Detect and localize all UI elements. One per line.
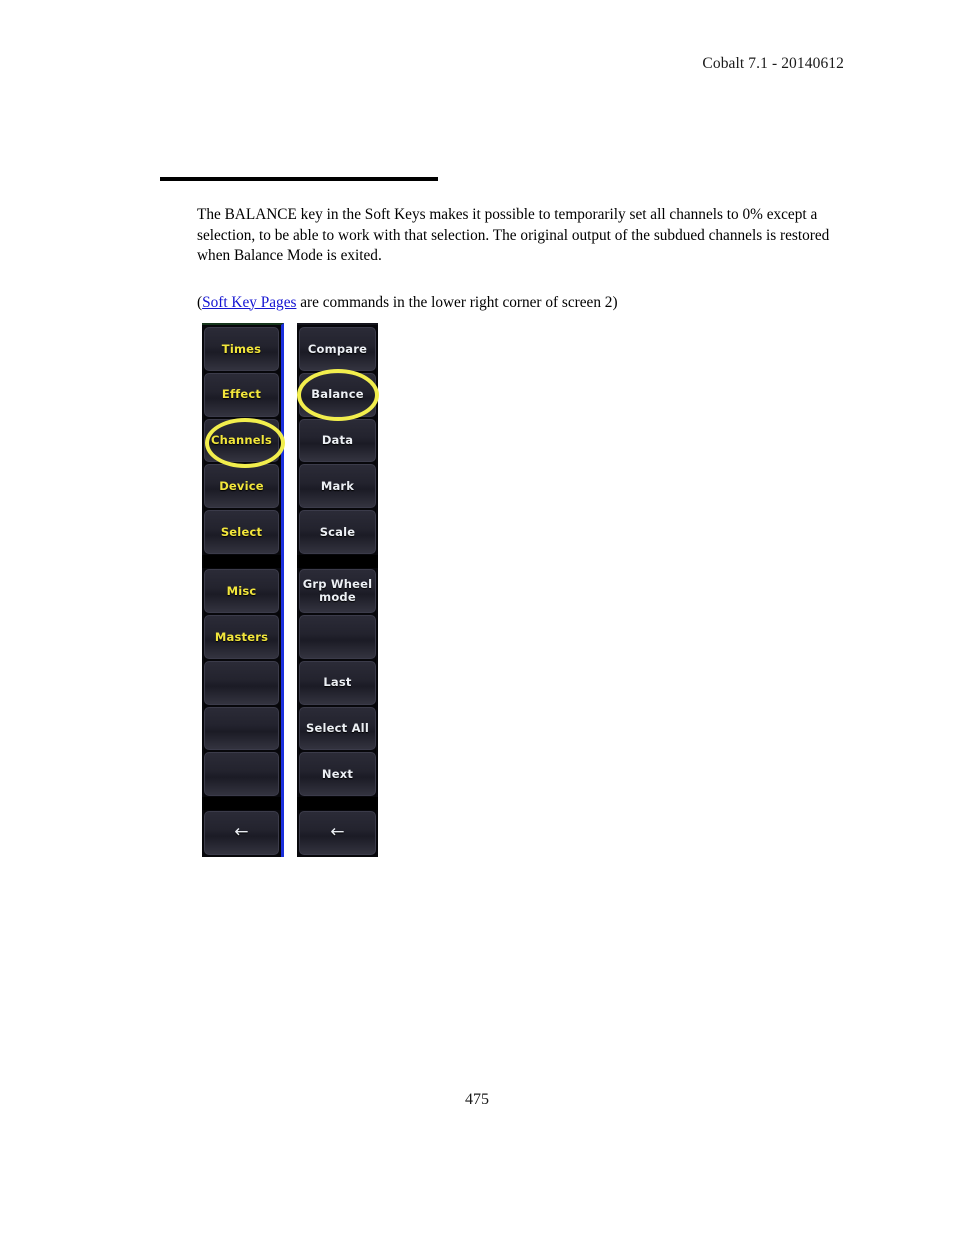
softkey-button-next[interactable]: Next xyxy=(299,752,376,797)
paragraph-softkey-note: (Soft Key Pages are commands in the lowe… xyxy=(197,293,837,314)
page-number: 475 xyxy=(465,1091,489,1108)
softkey-button-channels[interactable]: Channels xyxy=(204,418,279,463)
softkey-button-mark[interactable]: Mark xyxy=(299,464,376,509)
body-content: The BALANCE key in the Soft Keys makes i… xyxy=(197,205,837,313)
softkey-column-left: Times Effect Channels Device Select Misc Maste… xyxy=(202,323,284,857)
softkey-button-back-arrow-left[interactable]: ← xyxy=(204,811,279,855)
back-arrow-icon: ← xyxy=(330,821,345,842)
softkey-slot-right-12: ← xyxy=(297,810,378,856)
softkey-button-label: Device xyxy=(219,479,264,494)
paragraph-softkey-note-rest: are commands in the lower right corner o… xyxy=(296,293,618,311)
softkey-button-label: Balance xyxy=(311,387,364,402)
softkey-button-effect[interactable]: Effect xyxy=(204,372,279,417)
softkey-button-times[interactable]: Times xyxy=(204,327,279,371)
running-header: Cobalt 7.1 - 20140612 xyxy=(702,55,844,72)
softkey-button-masters[interactable]: Masters xyxy=(204,614,279,659)
softkey-button-label: Compare xyxy=(307,341,368,356)
softkey-button-compare[interactable]: Compare xyxy=(299,327,376,371)
softkey-button-label: Effect xyxy=(221,387,262,402)
softkey-button-label: Data xyxy=(321,433,354,448)
softkey-button-misc[interactable]: Misc xyxy=(204,569,279,613)
soft-key-pages-link[interactable]: Soft Key Pages xyxy=(202,294,296,311)
softkey-button-empty-left-9[interactable] xyxy=(204,706,279,751)
softkey-slot-left-9 xyxy=(202,706,281,752)
softkey-button-empty-right-7[interactable] xyxy=(299,614,376,659)
softkey-column-right: Compare Balance Data Mark Scale Grp Wheel mod… xyxy=(297,323,378,857)
softkey-button-label: Channels xyxy=(211,433,272,448)
back-arrow-icon: ← xyxy=(234,821,249,842)
softkey-button-label: Mark xyxy=(320,479,355,494)
softkey-slot-right-7 xyxy=(297,614,378,660)
section-divider xyxy=(160,177,438,181)
softkey-button-scale[interactable]: Scale xyxy=(299,510,376,555)
softkey-slot-right-3: Mark xyxy=(297,463,378,509)
softkey-slot-left-7: Masters xyxy=(202,614,281,660)
softkey-slot-left-3: Device xyxy=(202,463,281,509)
paragraph-balance-description: The BALANCE key in the Soft Keys makes i… xyxy=(197,206,830,264)
softkey-slot-left-12: ← xyxy=(202,810,281,856)
softkey-slot-left-8 xyxy=(202,660,281,706)
softkey-slot-right-6: Grp Wheel mode xyxy=(297,568,378,614)
softkey-separator-left-11 xyxy=(202,797,281,811)
softkey-button-select-all[interactable]: Select All xyxy=(299,706,376,751)
softkey-button-label: Masters xyxy=(214,629,269,644)
softkey-button-label: Scale xyxy=(319,524,356,539)
softkey-button-label: Select xyxy=(220,524,263,539)
softkey-button-select[interactable]: Select xyxy=(204,510,279,555)
softkey-button-back-arrow-right[interactable]: ← xyxy=(299,811,376,855)
softkey-separator-left-5 xyxy=(202,555,281,569)
softkey-slot-right-2: Data xyxy=(297,418,378,464)
softkey-button-grp-wheel-mode[interactable]: Grp Wheel mode xyxy=(299,569,376,613)
softkey-button-balance[interactable]: Balance xyxy=(299,372,376,417)
softkey-slot-right-9: Select All xyxy=(297,706,378,752)
softkey-button-label: Grp Wheel mode xyxy=(302,577,373,604)
softkey-button-label: Misc xyxy=(226,583,257,598)
softkey-panel-figure: Times Effect Channels Device Select Misc Maste… xyxy=(202,323,379,857)
softkey-slot-left-2: Channels xyxy=(202,418,281,464)
softkey-button-device[interactable]: Device xyxy=(204,464,279,509)
softkey-button-label: Last xyxy=(323,675,352,690)
softkey-button-label: Times xyxy=(221,341,262,356)
softkey-slot-right-0: Compare xyxy=(297,326,378,372)
softkey-button-label: Select All xyxy=(306,721,369,736)
softkey-separator-right-11 xyxy=(297,797,378,811)
softkey-button-empty-left-8[interactable] xyxy=(204,660,279,705)
softkey-button-data[interactable]: Data xyxy=(299,418,376,463)
softkey-slot-right-1: Balance xyxy=(297,372,378,418)
softkey-slot-left-6: Misc xyxy=(202,568,281,614)
softkey-slot-left-4: Select xyxy=(202,509,281,555)
softkey-slot-right-10: Next xyxy=(297,751,378,797)
softkey-separator-right-5 xyxy=(297,555,378,569)
softkey-button-label: Next xyxy=(321,766,354,781)
softkey-slot-right-8: Last xyxy=(297,660,378,706)
softkey-button-last[interactable]: Last xyxy=(299,660,376,705)
softkey-button-empty-left-10[interactable] xyxy=(204,752,279,797)
softkey-slot-left-0: Times xyxy=(202,326,281,372)
softkey-slot-right-4: Scale xyxy=(297,509,378,555)
softkey-slot-left-10 xyxy=(202,751,281,797)
softkey-slot-left-1: Effect xyxy=(202,372,281,418)
